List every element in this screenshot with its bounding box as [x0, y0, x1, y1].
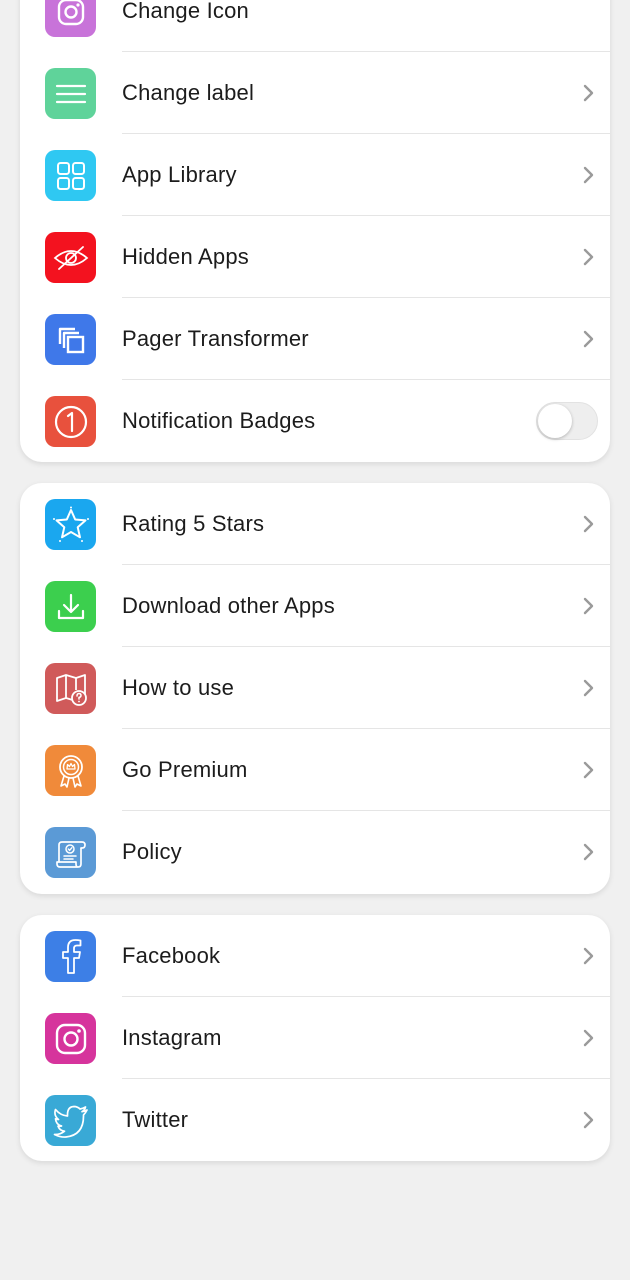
star-icon [45, 499, 96, 550]
row-rating[interactable]: Rating 5 Stars [20, 483, 610, 565]
instagram-like-icon [45, 0, 96, 37]
chevron-right-icon [583, 1111, 594, 1129]
row-label: Twitter [122, 1107, 189, 1132]
row-go-premium[interactable]: Go Premium [20, 729, 610, 811]
row-twitter[interactable]: Twitter [20, 1079, 610, 1161]
row-label: Hidden Apps [122, 244, 249, 269]
row-label: Facebook [122, 943, 221, 968]
row-facebook[interactable]: Facebook [20, 915, 610, 997]
row-instagram[interactable]: Instagram [20, 997, 610, 1079]
row-change-icon[interactable]: Change Icon [20, 0, 610, 52]
premium-badge-icon [45, 745, 96, 796]
twitter-icon [45, 1095, 96, 1146]
row-label: Download other Apps [122, 593, 335, 618]
grid-icon [45, 150, 96, 201]
notification-badges-toggle[interactable] [536, 402, 598, 440]
row-policy[interactable]: Policy [20, 811, 610, 893]
chevron-right-icon [583, 597, 594, 615]
chevron-right-icon [583, 515, 594, 533]
row-label: Rating 5 Stars [122, 511, 265, 536]
row-app-library[interactable]: App Library [20, 134, 610, 216]
chevron-right-icon [583, 166, 594, 184]
download-icon [45, 581, 96, 632]
instagram-icon [45, 1013, 96, 1064]
row-label: Pager Transformer [122, 326, 309, 351]
row-label: Change Icon [122, 0, 249, 23]
row-hidden-apps[interactable]: Hidden Apps [20, 216, 610, 298]
row-download-apps[interactable]: Download other Apps [20, 565, 610, 647]
settings-card-general: Change Icon Change label App Library Hid… [20, 0, 610, 462]
row-change-label[interactable]: Change label [20, 52, 610, 134]
chevron-right-icon [583, 843, 594, 861]
toggle-knob [538, 404, 572, 438]
copy-icon [45, 314, 96, 365]
row-pager-transformer[interactable]: Pager Transformer [20, 298, 610, 380]
row-label: Notification Badges [122, 408, 316, 433]
chevron-right-icon [583, 947, 594, 965]
settings-card-more: Rating 5 Stars Download other Apps How t… [20, 483, 610, 894]
chevron-right-icon [583, 679, 594, 697]
book-question-icon [45, 663, 96, 714]
menu-lines-icon [45, 68, 96, 119]
chevron-right-icon [583, 1029, 594, 1047]
row-notification-badges: Notification Badges [20, 380, 610, 462]
row-label: Policy [122, 839, 182, 864]
row-label: App Library [122, 162, 237, 187]
facebook-icon [45, 931, 96, 982]
chevron-right-icon [583, 761, 594, 779]
badge-one-icon [45, 396, 96, 447]
settings-card-social: Facebook Instagram Twitter [20, 915, 610, 1161]
row-label: Go Premium [122, 757, 248, 782]
chevron-right-icon [583, 84, 594, 102]
row-label: Instagram [122, 1025, 222, 1050]
row-label: How to use [122, 675, 235, 700]
eye-off-icon [45, 232, 96, 283]
chevron-right-icon [583, 248, 594, 266]
scroll-icon [45, 827, 96, 878]
chevron-right-icon [583, 330, 594, 348]
row-how-to-use[interactable]: How to use [20, 647, 610, 729]
row-label: Change label [122, 80, 255, 105]
